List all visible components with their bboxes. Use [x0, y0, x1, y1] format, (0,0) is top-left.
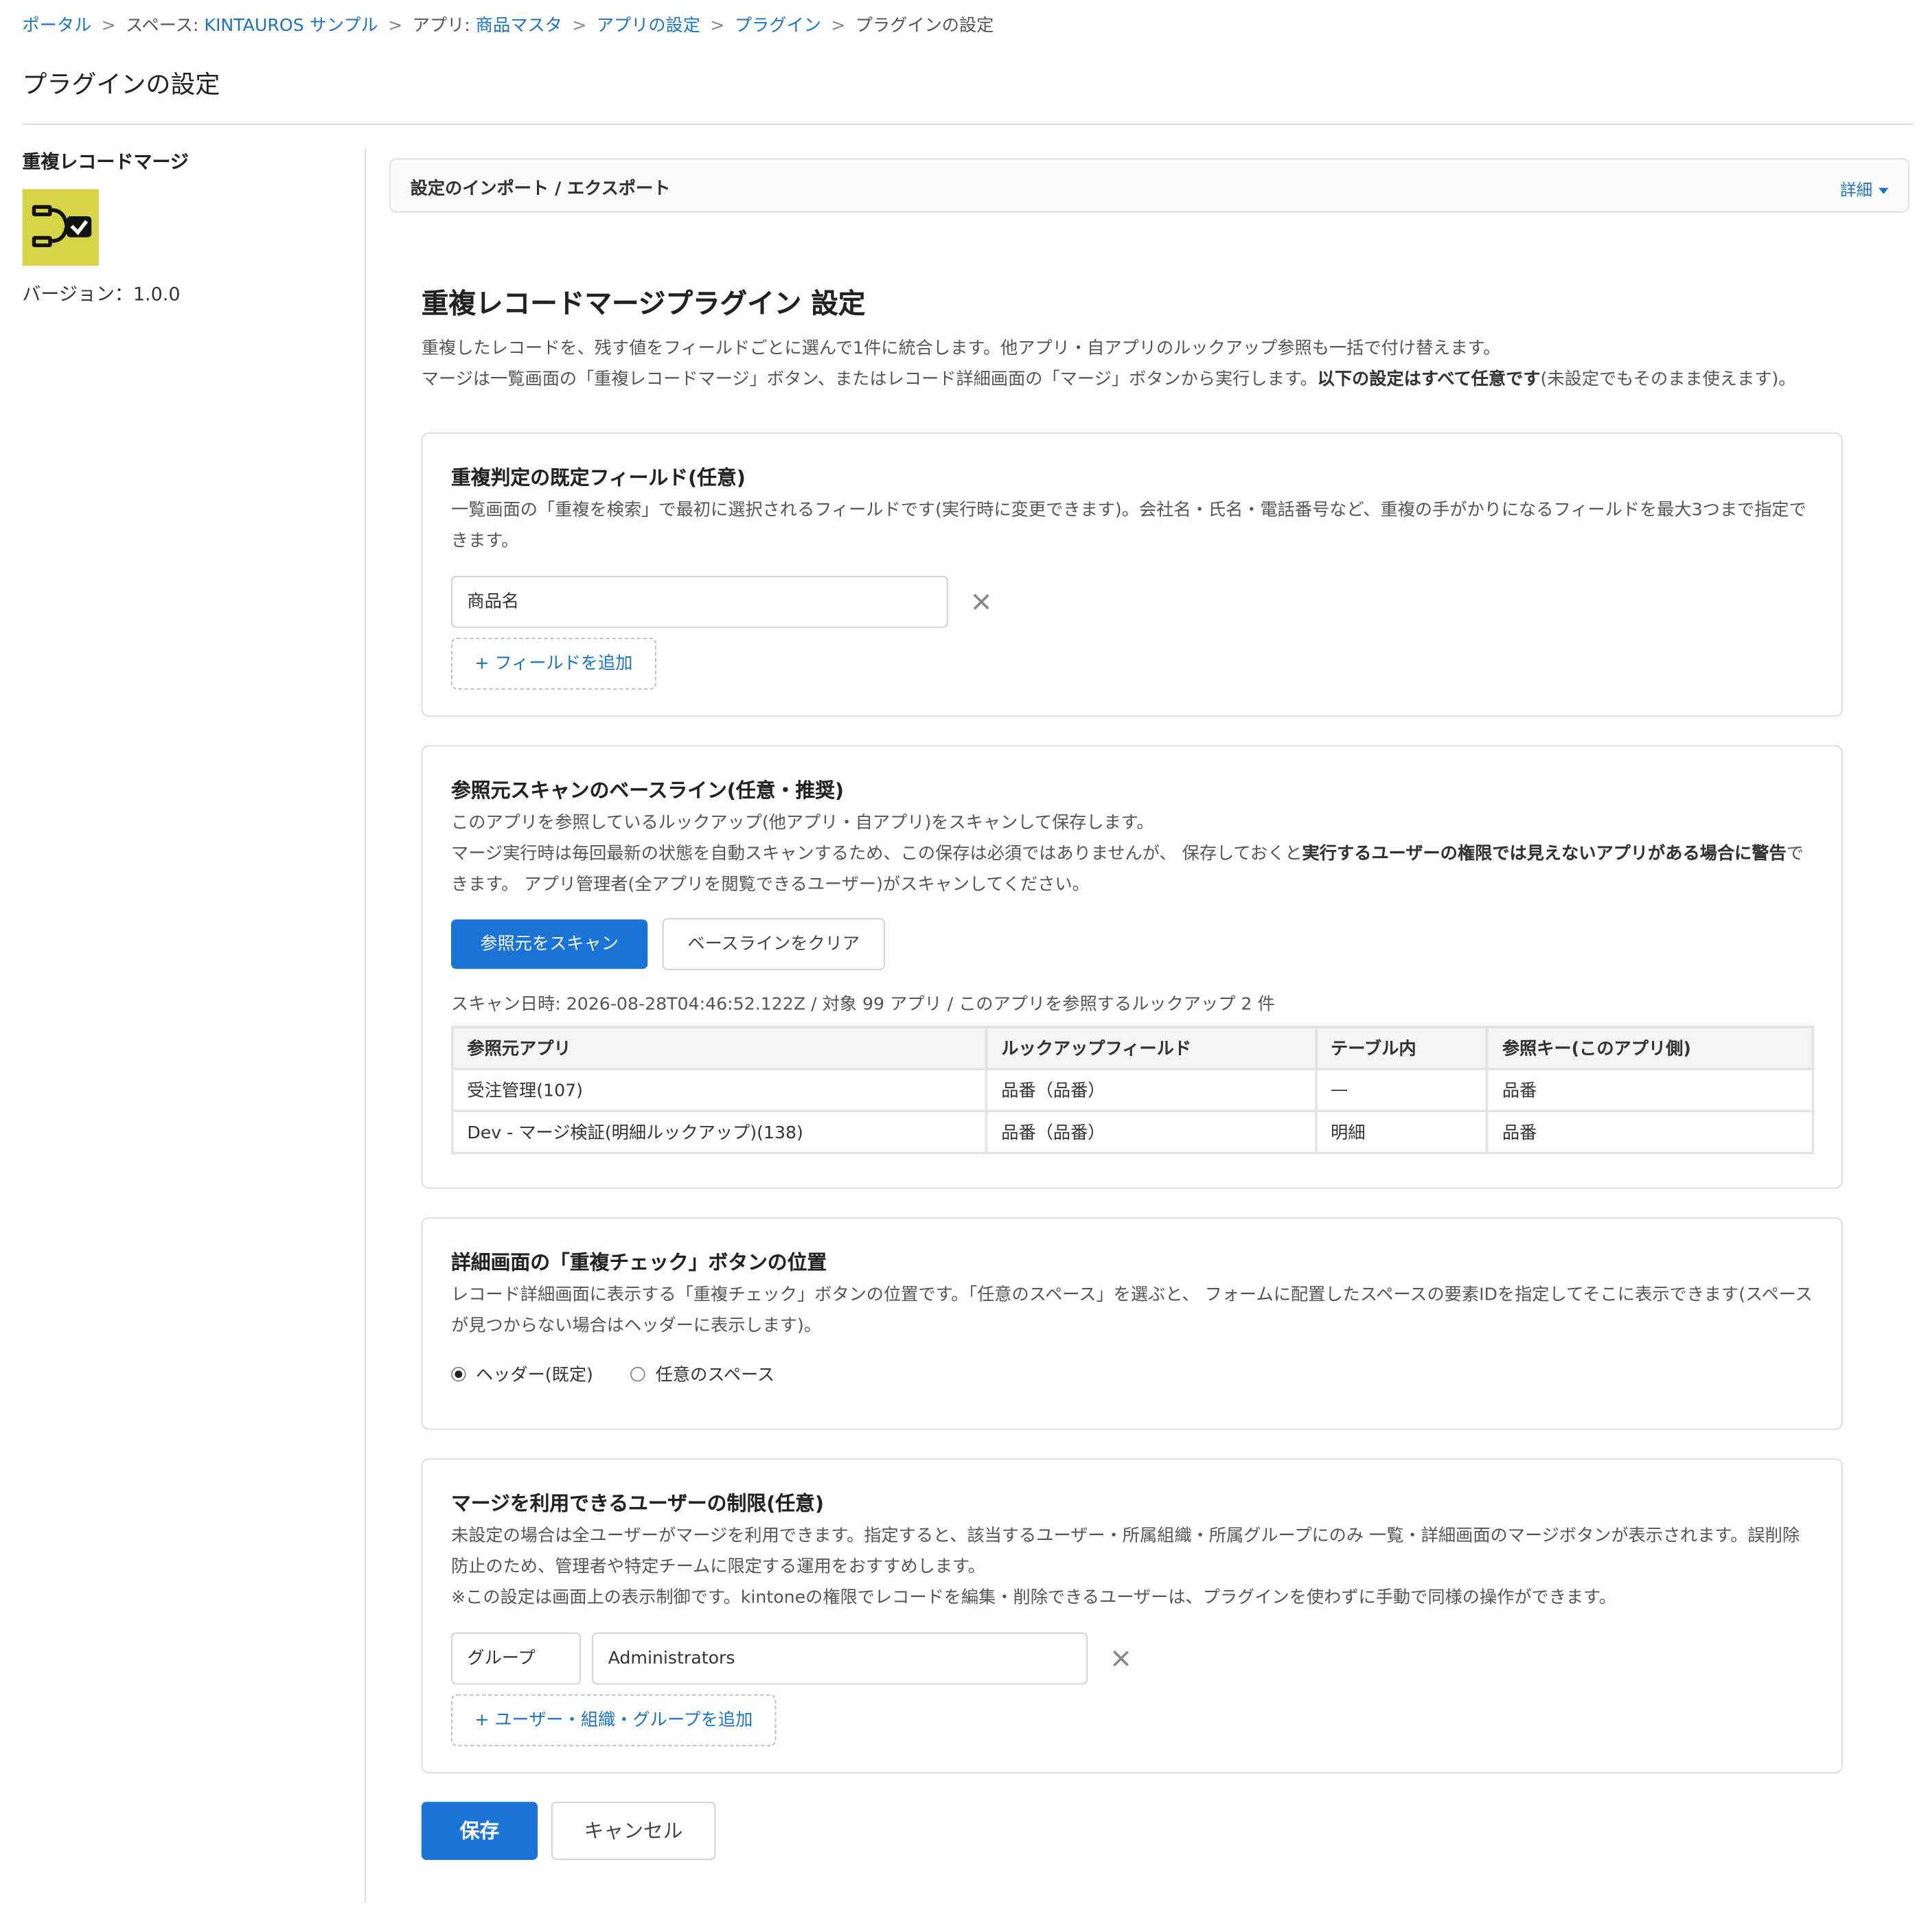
scan-references-button[interactable]: 参照元をスキャン: [451, 919, 648, 969]
radio-header-label: ヘッダー(既定): [476, 1366, 593, 1385]
cancel-button[interactable]: キャンセル: [551, 1802, 716, 1860]
table-row: 受注管理(107) 品番（品番） — 品番: [450, 1068, 1815, 1112]
caret-down-icon: [1879, 187, 1889, 194]
breadcrumb-app-link[interactable]: 商品マスタ: [476, 16, 562, 36]
plugin-name: 重複レコードマージ: [22, 150, 189, 173]
table-row: Dev - マージ検証(明細ルックアップ)(138) 品番（品番） 明細 品番: [450, 1109, 1815, 1155]
table-cell: 明細: [1314, 1109, 1489, 1155]
table-cell: 受注管理(107): [450, 1068, 988, 1112]
dup-field-select[interactable]: 商品名: [451, 575, 948, 628]
detail-label: 詳細: [1840, 181, 1872, 200]
button-position-description: レコード詳細画面に表示する「重複チェック」ボタンの位置です。「任意のスペース」を…: [451, 1285, 1813, 1336]
title-divider: [22, 124, 1914, 125]
settings-desc-line2-tail: (未設定でもそのまま使えます)。: [1540, 369, 1796, 389]
dup-fields-description: 一覧画面の「重複を検索」で最初に選択されるフィールドです(実行時に変更できます)…: [451, 501, 1806, 551]
settings-title: 重複レコードマージプラグイン 設定: [421, 289, 866, 321]
radio-unchecked-icon[interactable]: [630, 1366, 646, 1382]
scan-info-text: スキャン日時: 2026-08-28T04:46:52.122Z / 対象 99…: [451, 995, 1275, 1015]
dup-fields-card: 重複判定の既定フィールド(任意) 一覧画面の「重複を検索」で最初に選択されるフィ…: [421, 433, 1843, 717]
settings-desc-line2-text: マージは一覧画面の「重複レコードマージ」ボタン、またはレコード詳細画面の「マージ…: [421, 369, 1318, 389]
merge-records-icon: [22, 189, 100, 266]
column-header-in-table: テーブル内: [1314, 1025, 1489, 1070]
plugin-settings-page: ポータル > スペース: KINTAUROS サンプル > アプリ: 商品マスタ > アプリ…: [0, 0, 1928, 1931]
remove-entity-close-icon[interactable]: [1111, 1648, 1131, 1668]
breadcrumb-separator: >: [572, 16, 587, 36]
radio-any-space[interactable]: 任意のスペース: [630, 1362, 775, 1387]
breadcrumb-space-prefix: スペース:: [126, 16, 205, 36]
user-restriction-desc-line1: 未設定の場合は全ユーザーがマージを利用できます。指定すると、該当するユーザー・所…: [451, 1526, 1800, 1577]
plugin-sidebar: 重複レコードマージ バージョン：1.0.0: [22, 148, 343, 306]
table-header-row: 参照元アプリ ルックアップフィールド テーブル内 参照キー(このアプリ側): [450, 1025, 1815, 1070]
breadcrumb-app-settings-link[interactable]: アプリの設定: [597, 16, 700, 36]
reference-table: 参照元アプリ ルックアップフィールド テーブル内 参照キー(このアプリ側) 受注…: [450, 1025, 1815, 1155]
scan-desc-line1: このアプリを参照しているルックアップ(他アプリ・自アプリ)をスキャンして保存しま…: [451, 813, 1154, 833]
user-restriction-card: マージを利用できるユーザーの制限(任意) 未設定の場合は全ユーザーがマージを利用…: [421, 1458, 1843, 1773]
settings-desc-line1: 重複したレコードを、残す値をフィールドごとに選んで1件に統合します。他アプリ・自…: [421, 338, 1501, 358]
add-field-button[interactable]: + フィールドを追加: [451, 637, 656, 690]
add-user-org-group-button[interactable]: + ユーザー・組織・グループを追加: [451, 1694, 777, 1747]
import-export-bar: 設定のインポート / エクスポート 詳細: [389, 158, 1909, 213]
column-header-source-app: 参照元アプリ: [450, 1025, 988, 1070]
table-cell: 品番（品番）: [985, 1068, 1318, 1112]
settings-description: 重複したレコードを、残す値をフィールドごとに選んで1件に統合します。他アプリ・自…: [422, 334, 1892, 395]
breadcrumb-space-link[interactable]: KINTAUROS サンプル: [204, 16, 378, 36]
breadcrumb-current: プラグインの設定: [855, 16, 994, 36]
column-header-ref-key: 参照キー(このアプリ側): [1486, 1025, 1815, 1070]
scan-desc-line2-bold: 実行するユーザーの権限では見えないアプリがある場合に警告: [1302, 844, 1787, 864]
sidebar-divider: [365, 148, 366, 1903]
breadcrumb-separator: >: [710, 16, 725, 36]
breadcrumb-app-prefix: アプリ:: [412, 16, 476, 36]
breadcrumb-plugins-link[interactable]: プラグイン: [735, 16, 821, 36]
import-export-label: 設定のインポート / エクスポート: [410, 179, 671, 199]
table-cell: 品番: [1486, 1109, 1815, 1155]
user-restriction-desc-line2: ※この設定は画面上の表示制御です。kintoneの権限でレコードを編集・削除でき…: [451, 1588, 1617, 1608]
settings-desc-line2: マージは一覧画面の「重複レコードマージ」ボタン、またはレコード詳細画面の「マージ…: [422, 365, 1892, 395]
button-position-title: 詳細画面の「重複チェック」ボタンの位置: [451, 1250, 827, 1274]
scan-baseline-title: 参照元スキャンのベースライン(任意・推奨): [451, 779, 845, 803]
scan-desc-line2-text: マージ実行時は毎回最新の状態を自動スキャンするため、この保存は必須ではありません…: [451, 844, 1302, 864]
scan-baseline-card: 参照元スキャンのベースライン(任意・推奨) このアプリを参照しているルックアップ…: [421, 745, 1843, 1189]
radio-any-space-label: 任意のスペース: [655, 1366, 775, 1385]
table-cell: —: [1314, 1068, 1489, 1112]
import-export-detail-toggle[interactable]: 詳細: [1840, 176, 1889, 200]
radio-checked-icon[interactable]: [451, 1366, 466, 1382]
entity-type-select[interactable]: グループ: [451, 1632, 581, 1685]
table-cell: 品番（品番）: [985, 1109, 1318, 1155]
user-restriction-title: マージを利用できるユーザーの制限(任意): [451, 1491, 825, 1515]
clear-baseline-button[interactable]: ベースラインをクリア: [662, 918, 885, 970]
table-cell: 品番: [1486, 1068, 1815, 1112]
page-title: プラグインの設定: [22, 69, 220, 99]
column-header-lookup-field: ルックアップフィールド: [985, 1025, 1318, 1070]
settings-desc-line2-bold: 以下の設定はすべて任意です: [1317, 369, 1541, 389]
entity-name-input[interactable]: Administrators: [592, 1632, 1088, 1685]
breadcrumb-separator: >: [388, 16, 403, 36]
button-position-card: 詳細画面の「重複チェック」ボタンの位置 レコード詳細画面に表示する「重複チェック…: [421, 1217, 1843, 1430]
remove-field-close-icon[interactable]: [972, 592, 991, 612]
scan-desc-line2: マージ実行時は毎回最新の状態を自動スキャンするため、この保存は必須ではありません…: [451, 839, 1815, 901]
save-button[interactable]: 保存: [421, 1802, 538, 1860]
dup-fields-title: 重複判定の既定フィールド(任意): [451, 465, 746, 490]
radio-header[interactable]: ヘッダー(既定): [451, 1362, 593, 1387]
button-position-radio-group: ヘッダー(既定) 任意のスペース: [451, 1362, 807, 1387]
breadcrumb: ポータル > スペース: KINTAUROS サンプル > アプリ: 商品マスタ > アプリ…: [22, 12, 994, 37]
breadcrumb-portal-link[interactable]: ポータル: [22, 16, 91, 36]
table-cell: Dev - マージ検証(明細ルックアップ)(138): [450, 1109, 988, 1155]
user-restriction-description: 未設定の場合は全ユーザーがマージを利用できます。指定すると、該当するユーザー・所…: [451, 1521, 1815, 1614]
scan-baseline-description: このアプリを参照しているルックアップ(他アプリ・自アプリ)をスキャンして保存しま…: [451, 808, 1815, 901]
breadcrumb-separator: >: [831, 16, 846, 36]
plugin-version: バージョン：1.0.0: [22, 283, 181, 306]
breadcrumb-separator: >: [101, 16, 116, 36]
